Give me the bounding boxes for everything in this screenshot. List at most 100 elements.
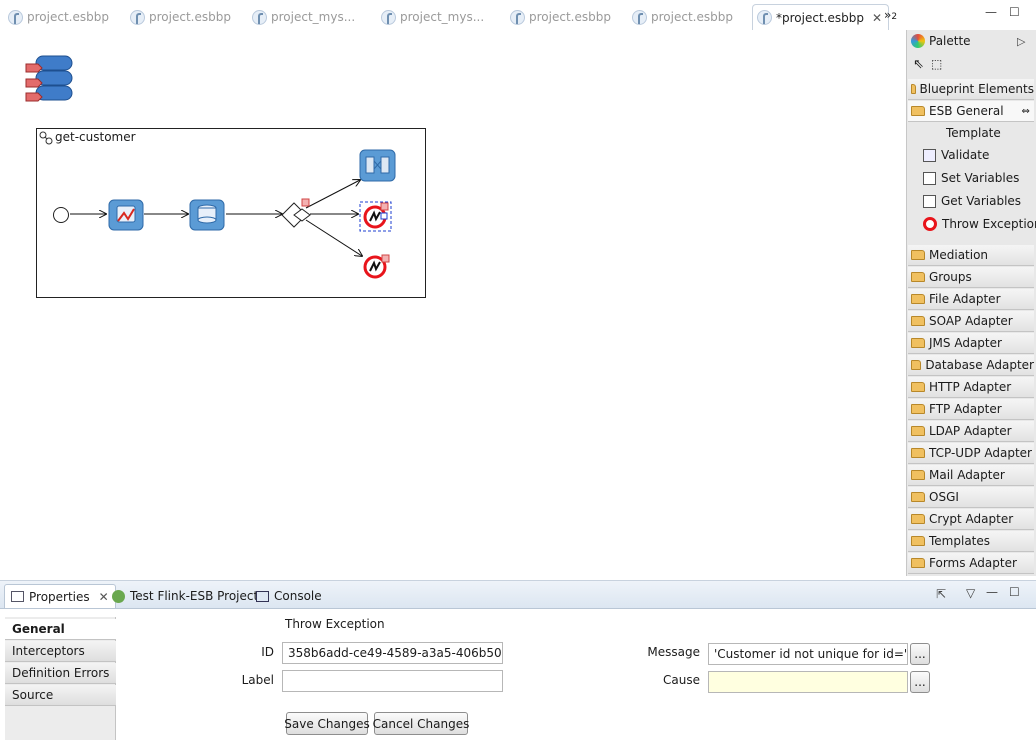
start-event-icon[interactable]: [52, 206, 70, 224]
palette-drawer-esb-general[interactable]: ESB General ⇔: [908, 101, 1034, 122]
palette-item-throw-exception[interactable]: Throw Exception: [923, 214, 1036, 234]
throw-exception-icon: [923, 217, 937, 231]
throw-exception-icon-selected[interactable]: [359, 201, 393, 233]
palette-drawer-mediation[interactable]: Mediation: [908, 245, 1034, 266]
service-task-icon[interactable]: [108, 199, 144, 231]
file-icon: [757, 10, 772, 25]
folder-open-icon: [911, 106, 925, 116]
file-icon: [510, 9, 525, 25]
close-tab-icon[interactable]: ✕: [872, 11, 882, 25]
tab-properties[interactable]: Properties ✕: [4, 584, 116, 608]
editor-tab[interactable]: project_mys...: [381, 4, 484, 30]
palette-item-validate[interactable]: Validate: [923, 145, 989, 165]
cancel-changes-button[interactable]: Cancel Changes: [373, 712, 469, 735]
palette-collapse-icon[interactable]: ▷: [1017, 35, 1025, 48]
editor-tab[interactable]: project_mys...: [252, 4, 355, 30]
palette-item-template[interactable]: Template: [929, 123, 1001, 143]
palette-panel: Palette ▷ ⇖ ⬚ Blueprint Elements ESB Gen…: [906, 30, 1036, 576]
folder-icon: [911, 404, 925, 414]
palette-drawer-tcp-udp-adapter[interactable]: TCP-UDP Adapter: [908, 443, 1034, 464]
palette-drawer-jms-adapter[interactable]: JMS Adapter: [908, 333, 1034, 354]
validate-icon: [923, 148, 936, 162]
editor-tab[interactable]: project.esbbp: [130, 4, 231, 30]
palette-drawer-blueprint-elements[interactable]: Blueprint Elements: [908, 79, 1034, 100]
gateway-icon[interactable]: [280, 198, 316, 232]
message-field[interactable]: 'Customer id not unique for id='+pr: [708, 643, 908, 665]
database-task-icon[interactable]: [189, 199, 225, 231]
folder-icon: [911, 470, 925, 480]
palette-drawer-groups[interactable]: Groups: [908, 267, 1034, 288]
palette-drawer-soap-adapter[interactable]: SOAP Adapter: [908, 311, 1034, 332]
tab-test-project[interactable]: Test Flink-ESB Project: [106, 584, 264, 608]
cause-field[interactable]: [708, 671, 908, 693]
folder-icon: [911, 426, 925, 436]
palette-item-set-variables[interactable]: Set Variables: [923, 168, 1019, 188]
label-field[interactable]: [282, 670, 503, 692]
folder-icon: [911, 338, 925, 348]
bottom-tab-strip: Properties ✕ Test Flink-ESB Project Conso…: [0, 581, 1036, 609]
section-general[interactable]: General: [5, 619, 116, 640]
view-menu-icon[interactable]: ▽: [966, 586, 975, 600]
palette-drawer-database-adapter[interactable]: Database Adapter: [908, 355, 1034, 376]
message-label: Message: [647, 645, 700, 659]
throw-exception-icon[interactable]: [362, 253, 390, 281]
folder-icon: [911, 536, 925, 546]
folder-icon: [911, 294, 925, 304]
tab-overflow-button[interactable]: »2: [884, 8, 897, 22]
palette-drawer-templates[interactable]: Templates: [908, 531, 1034, 552]
editor-tab[interactable]: project.esbbp: [632, 4, 733, 30]
file-icon: [381, 9, 396, 25]
editor-tab-strip: project.esbbp project.esbbp project_mys.…: [0, 0, 906, 30]
folder-icon: [911, 360, 922, 370]
minimize-icon[interactable]: —: [986, 585, 998, 599]
diagram-canvas[interactable]: [0, 30, 906, 576]
palette-drawer-forms-adapter[interactable]: Forms Adapter: [908, 553, 1034, 574]
palette-icon: [911, 34, 925, 48]
id-field[interactable]: 358b6add-ce49-4589-a3a5-406b5093f5ff: [282, 642, 503, 664]
palette-drawer-ldap-adapter[interactable]: LDAP Adapter: [908, 421, 1034, 442]
property-sections: General Interceptors Definition Errors S…: [5, 617, 116, 740]
section-interceptors[interactable]: Interceptors: [5, 641, 116, 662]
id-label: ID: [261, 645, 274, 659]
cause-browse-button[interactable]: ...: [910, 671, 930, 693]
folder-icon: [911, 492, 925, 502]
palette-drawer-ftp-adapter[interactable]: FTP Adapter: [908, 399, 1034, 420]
editor-tab[interactable]: project.esbbp: [8, 4, 109, 30]
palette-header: Palette: [911, 34, 971, 48]
test-icon: [112, 589, 125, 603]
file-icon: [632, 9, 647, 25]
label-label: Label: [241, 673, 274, 687]
cause-label: Cause: [663, 673, 700, 687]
file-icon: [8, 9, 23, 25]
folder-icon: [911, 250, 925, 260]
tab-console[interactable]: Console: [250, 584, 328, 608]
palette-drawer-crypt-adapter[interactable]: Crypt Adapter: [908, 509, 1034, 530]
palette-item-get-variables[interactable]: Get Variables: [923, 191, 1021, 211]
section-definition-errors[interactable]: Definition Errors: [5, 663, 116, 684]
maximize-icon[interactable]: ☐: [1009, 585, 1020, 599]
database-icon[interactable]: [24, 54, 78, 104]
minimize-icon[interactable]: —: [985, 5, 997, 19]
pin-icon[interactable]: ⇔: [1022, 106, 1030, 117]
editor-tab[interactable]: project.esbbp: [510, 4, 611, 30]
palette-drawer-osgi[interactable]: OSGI: [908, 487, 1034, 508]
folder-icon: [911, 382, 925, 392]
get-variables-icon: [923, 194, 936, 208]
palette-drawer-file-adapter[interactable]: File Adapter: [908, 289, 1034, 310]
select-tool-icon[interactable]: ⇖: [913, 57, 924, 72]
bottom-panel: Properties ✕ Test Flink-ESB Project Conso…: [0, 580, 1036, 740]
palette-drawer-http-adapter[interactable]: HTTP Adapter: [908, 377, 1034, 398]
maximize-icon[interactable]: ☐: [1009, 5, 1020, 19]
marquee-tool-icon[interactable]: ⬚: [931, 57, 942, 71]
mapping-task-icon[interactable]: [359, 149, 397, 183]
pin-view-icon[interactable]: ⇱: [936, 587, 946, 601]
palette-drawer-mail-adapter[interactable]: Mail Adapter: [908, 465, 1034, 486]
folder-icon: [911, 514, 925, 524]
message-browse-button[interactable]: ...: [910, 643, 930, 665]
folder-icon: [911, 272, 925, 282]
console-icon: [256, 590, 269, 602]
editor-tab-active[interactable]: *project.esbbp ✕: [752, 4, 890, 30]
save-changes-button[interactable]: Save Changes: [284, 712, 370, 735]
folder-icon: [911, 84, 916, 94]
section-source[interactable]: Source: [5, 685, 116, 706]
